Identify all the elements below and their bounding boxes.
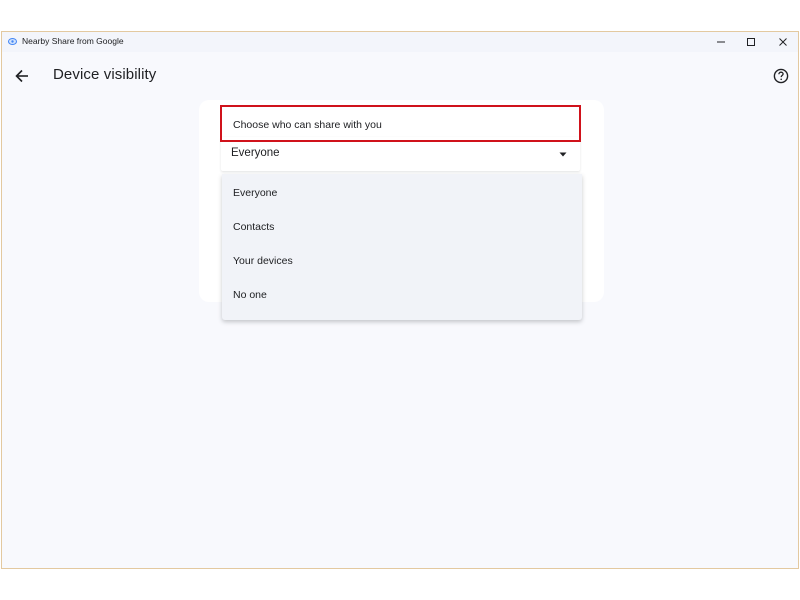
app-window: Nearby Share from Google Device visibili… — [1, 31, 799, 569]
visibility-select[interactable]: Everyone — [221, 137, 580, 171]
visibility-label: Choose who can share with you — [233, 119, 382, 131]
minimize-button[interactable] — [706, 32, 736, 52]
option-no-one[interactable]: No one — [222, 278, 582, 312]
back-button[interactable] — [12, 66, 32, 86]
close-icon — [779, 38, 787, 46]
nearby-share-app-icon — [8, 38, 17, 45]
title-bar: Nearby Share from Google — [2, 32, 798, 52]
help-circle-icon — [773, 68, 789, 84]
maximize-button[interactable] — [736, 32, 766, 52]
option-your-devices[interactable]: Your devices — [222, 244, 582, 278]
caret-down-icon — [559, 152, 567, 157]
visibility-options-menu: Everyone Contacts Your devices No one — [222, 174, 582, 320]
help-button[interactable] — [771, 66, 791, 86]
arrow-left-icon — [15, 69, 28, 83]
page-title: Device visibility — [53, 66, 157, 83]
selected-value: Everyone — [231, 147, 280, 159]
option-contacts[interactable]: Contacts — [222, 210, 582, 244]
maximize-icon — [747, 38, 755, 46]
window-title: Nearby Share from Google — [22, 36, 124, 46]
option-everyone[interactable]: Everyone — [222, 176, 582, 210]
close-button[interactable] — [768, 32, 798, 52]
minimize-icon — [717, 41, 725, 43]
